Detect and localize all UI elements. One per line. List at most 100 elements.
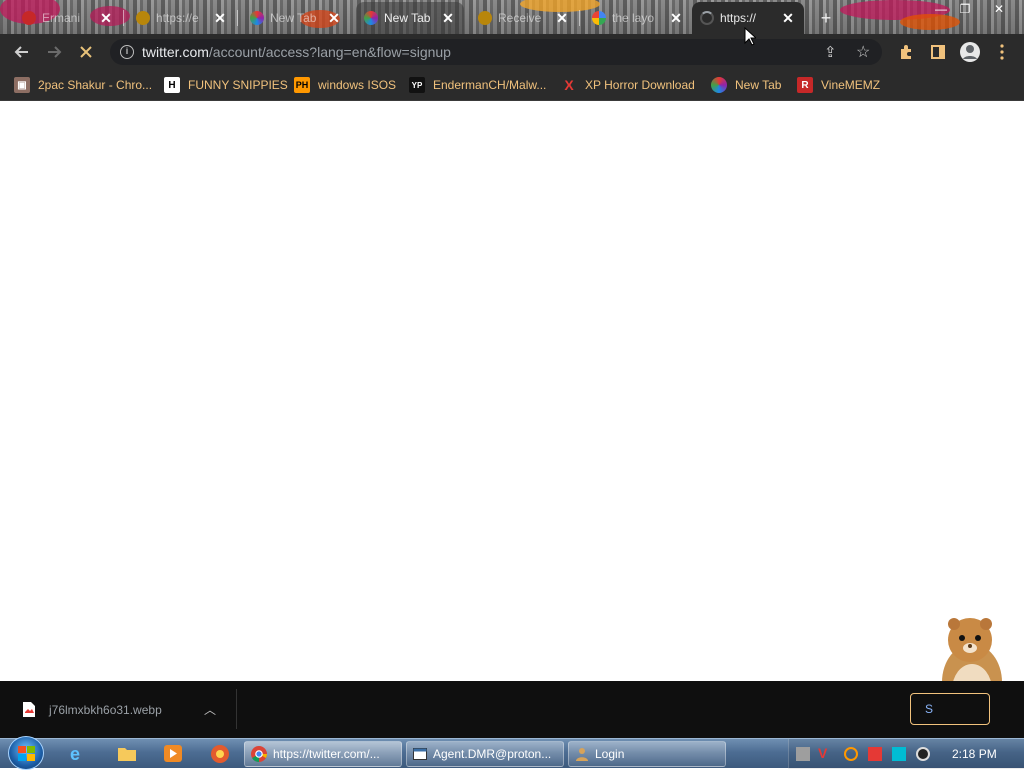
- bookmark-item[interactable]: New Tab: [711, 75, 781, 95]
- start-button[interactable]: [8, 736, 44, 770]
- menu-button[interactable]: [990, 40, 1014, 64]
- media-player-icon[interactable]: [164, 745, 182, 762]
- tab-title: Ermani: [42, 11, 81, 25]
- tab-separator: [123, 10, 124, 26]
- clock[interactable]: 2:18 PM: [952, 747, 997, 761]
- close-icon[interactable]: ✕: [554, 10, 570, 26]
- arrow-right-icon: [48, 46, 62, 58]
- download-item[interactable]: j76lmxbkh6o31.webp ︿: [14, 693, 234, 727]
- search-tray-icon[interactable]: [844, 747, 858, 761]
- tab-3[interactable]: New Tab ✕: [242, 2, 350, 34]
- taskbar-item-login[interactable]: Login: [568, 741, 726, 767]
- bookmark-item[interactable]: PH windows ISOS: [294, 75, 396, 95]
- tab-6[interactable]: the layo ✕: [584, 2, 692, 34]
- mouse-cursor-icon: [744, 27, 756, 46]
- close-icon: [80, 46, 92, 58]
- v-logo-icon[interactable]: V: [818, 745, 832, 761]
- close-icon[interactable]: ✕: [440, 10, 456, 26]
- image-file-icon: [23, 702, 35, 717]
- r-logo-icon: R: [797, 77, 813, 93]
- colorful-ball-icon: [364, 11, 378, 25]
- close-icon[interactable]: ✕: [326, 10, 342, 26]
- bookmark-label: windows ISOS: [318, 78, 397, 92]
- bookmark-item[interactable]: X XP Horror Download: [561, 75, 695, 95]
- tab-title: New Tab: [270, 11, 317, 25]
- url-path: /account/access?lang=en&flow=signup: [208, 44, 451, 60]
- loading-spinner-icon: [700, 11, 714, 25]
- window-icon: [413, 748, 427, 760]
- bookmark-item[interactable]: H FUNNY SNIPPIES: [164, 75, 288, 95]
- address-bar[interactable]: i twitter.com/account/access?lang=en&flo…: [110, 39, 882, 65]
- tab-title: https://: [720, 11, 757, 25]
- network-icon[interactable]: [796, 747, 810, 761]
- show-all-button[interactable]: S: [910, 693, 990, 725]
- bookmark-label: 2pac Shakur - Chro...: [38, 78, 153, 92]
- tab-separator: [579, 10, 580, 26]
- page-content: [0, 102, 1024, 681]
- bookmark-item[interactable]: ▣ 2pac Shakur - Chro...: [14, 75, 152, 95]
- taskbar-item-chrome[interactable]: https://twitter.com/...: [244, 741, 402, 767]
- internet-explorer-icon[interactable]: e: [70, 744, 80, 765]
- info-icon[interactable]: i: [120, 45, 134, 59]
- app-icon[interactable]: [210, 744, 230, 764]
- bookmark-label: EndermanCH/Malw...: [433, 78, 547, 92]
- loading-circle-icon: [478, 11, 492, 25]
- share-icon[interactable]: ⇪: [824, 43, 837, 61]
- taskbar-item-label: https://twitter.com/...: [273, 747, 380, 761]
- close-icon[interactable]: ✕: [668, 10, 684, 26]
- puzzle-icon: [901, 45, 911, 59]
- bookmark-label: New Tab: [735, 78, 782, 92]
- tab-5[interactable]: Receive ✕: [470, 2, 578, 34]
- flag-icon[interactable]: [868, 747, 882, 761]
- bookmark-label: VineMEMZ: [821, 78, 881, 92]
- close-icon[interactable]: ✕: [212, 10, 228, 26]
- browser-toolbar: i twitter.com/account/access?lang=en&flo…: [0, 34, 1024, 69]
- extensions-button[interactable]: [894, 40, 918, 64]
- ph-logo-icon: PH: [294, 77, 310, 93]
- yp-logo-icon: YP: [409, 77, 425, 93]
- tab-2[interactable]: https://e ✕: [128, 2, 236, 34]
- bookmark-item[interactable]: R VineMEMZ: [797, 75, 880, 95]
- side-panel-button[interactable]: [926, 40, 950, 64]
- new-tab-button[interactable]: +: [816, 8, 836, 28]
- download-filename: j76lmxbkh6o31.webp: [49, 703, 162, 717]
- tab-strip: Ermani ✕ https://e ✕ New Tab ✕ New Tab ✕…: [0, 0, 1024, 34]
- volume-icon[interactable]: [916, 747, 930, 761]
- bookmark-item[interactable]: YP EndermanCH/Malw...: [409, 75, 546, 95]
- close-icon[interactable]: ✕: [780, 10, 796, 26]
- tab-title: Receive: [498, 11, 542, 25]
- profile-button[interactable]: [958, 40, 982, 64]
- h-logo-icon: H: [164, 77, 180, 93]
- colorful-ball-icon: [250, 11, 264, 25]
- monitor-icon[interactable]: [892, 747, 906, 761]
- minimize-icon[interactable]: —: [928, 0, 954, 18]
- bookmark-label: XP Horror Download: [585, 78, 695, 92]
- folder-icon[interactable]: [118, 746, 136, 761]
- download-shelf: j76lmxbkh6o31.webp ︿ S: [0, 681, 1024, 738]
- google-g-icon: [592, 11, 606, 25]
- briefcase-icon: ▣: [14, 77, 30, 93]
- more-vertical-icon: [1000, 44, 1004, 60]
- red-circle-icon: [22, 11, 36, 25]
- user-icon: [576, 748, 588, 761]
- maximize-icon[interactable]: ❐: [952, 0, 978, 18]
- windows-logo-icon: [18, 746, 35, 761]
- taskbar-item-label: Login: [595, 747, 625, 761]
- colorful-ball-icon: [711, 77, 727, 93]
- x-logo-icon: X: [564, 77, 574, 93]
- tab-separator: [237, 10, 238, 26]
- forward-button[interactable]: [42, 40, 66, 64]
- tab-1[interactable]: Ermani ✕: [14, 2, 122, 34]
- tab-4[interactable]: New Tab ✕: [356, 2, 464, 34]
- close-icon[interactable]: ✕: [98, 10, 114, 26]
- star-icon[interactable]: ☆: [856, 42, 870, 62]
- stop-button[interactable]: [74, 40, 98, 64]
- taskbar-item-label: Agent.DMR@proton...: [433, 747, 552, 761]
- back-button[interactable]: [10, 40, 34, 64]
- close-window-icon[interactable]: ✕: [984, 0, 1014, 18]
- chevron-up-icon[interactable]: ︿: [204, 701, 216, 718]
- tab-title: the layo: [612, 11, 655, 25]
- tab-title: New Tab: [384, 11, 431, 25]
- side-panel-icon: [931, 45, 945, 59]
- taskbar-item-agent[interactable]: Agent.DMR@proton...: [406, 741, 564, 767]
